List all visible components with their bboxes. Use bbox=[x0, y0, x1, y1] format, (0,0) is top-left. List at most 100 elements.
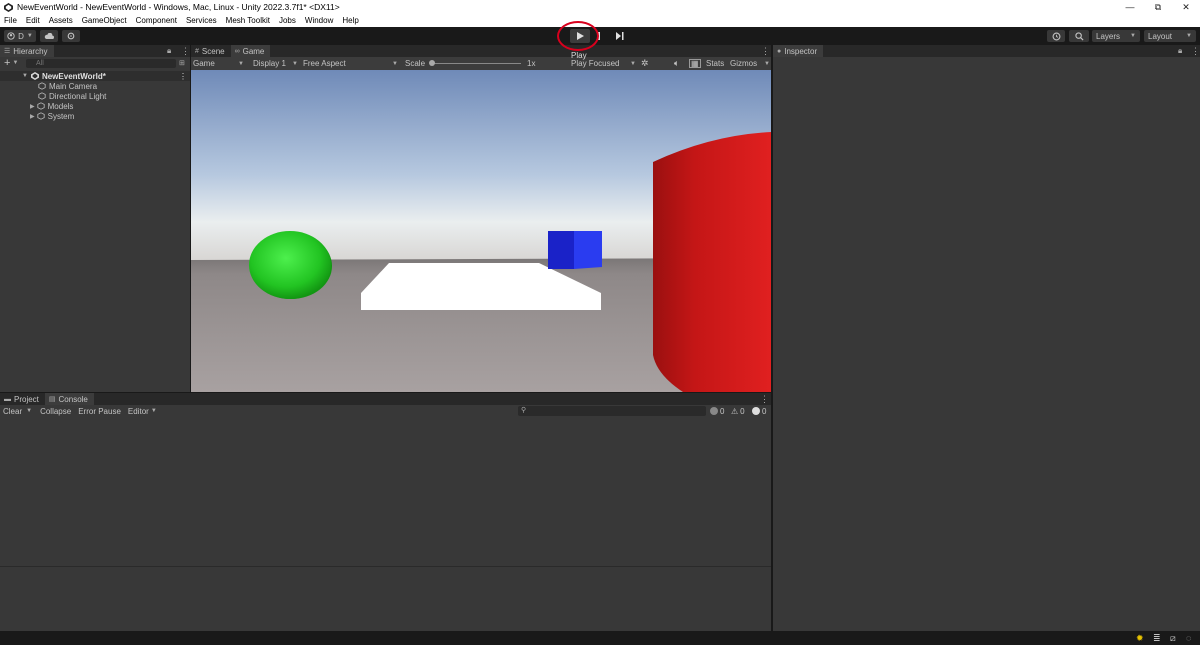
game-view-toolbar: Game ▼ Display 1 ▼ Free Aspect ▼ Scale 1… bbox=[191, 57, 771, 70]
menu-window[interactable]: Window bbox=[305, 16, 333, 25]
frame-debugger-button[interactable]: ✲ bbox=[641, 57, 649, 70]
lighting-icon[interactable]: ✹ bbox=[1136, 633, 1144, 644]
hierarchy-item-directional-light[interactable]: Directional Light bbox=[0, 91, 190, 101]
step-button[interactable] bbox=[610, 29, 630, 43]
editor-dropdown[interactable]: Editor ▼ bbox=[128, 407, 157, 416]
step-icon bbox=[616, 32, 624, 40]
aspect-dropdown[interactable]: Free Aspect ▼ bbox=[303, 57, 399, 70]
scale-slider-thumb[interactable] bbox=[429, 60, 435, 66]
search-button[interactable] bbox=[1069, 30, 1089, 42]
console-search-input[interactable]: ⚲ bbox=[518, 406, 706, 416]
log-count-toggle[interactable]: 0 bbox=[710, 407, 724, 416]
hierarchy-item-system[interactable]: ▶ System bbox=[0, 111, 190, 121]
search-icon bbox=[1074, 31, 1084, 41]
debug-mode-icon[interactable]: ⧄ bbox=[1170, 633, 1176, 644]
tab-game[interactable]: ∞ Game bbox=[230, 45, 271, 57]
collapse-button[interactable]: Collapse bbox=[40, 407, 71, 416]
menu-file[interactable]: File bbox=[4, 16, 17, 25]
lock-icon[interactable]: 🔒︎ bbox=[1178, 46, 1182, 56]
blue-cube-front bbox=[548, 231, 574, 269]
close-button[interactable]: ✕ bbox=[1172, 0, 1200, 14]
more-menu-icon[interactable]: ⋮ bbox=[179, 72, 187, 81]
more-menu-icon[interactable]: ⋮ bbox=[760, 394, 769, 405]
history-button[interactable] bbox=[1047, 30, 1065, 42]
clear-button[interactable]: Clear bbox=[3, 407, 22, 416]
hierarchy-search-input[interactable]: All bbox=[26, 59, 176, 68]
window-title: NewEventWorld - NewEventWorld - Windows,… bbox=[17, 2, 340, 12]
keyboard-shortcuts-button[interactable]: ▦ bbox=[689, 57, 701, 70]
menu-jobs[interactable]: Jobs bbox=[279, 16, 296, 25]
menu-mesh-toolkit[interactable]: Mesh Toolkit bbox=[226, 16, 270, 25]
tab-hierarchy[interactable]: ☰ Hierarchy bbox=[0, 45, 54, 57]
more-menu-icon[interactable]: ⋮ bbox=[181, 46, 190, 57]
title-bar: NewEventWorld - NewEventWorld - Windows,… bbox=[0, 0, 1200, 14]
history-icon bbox=[1052, 32, 1060, 40]
layout-dropdown[interactable]: Layout ▼ bbox=[1144, 30, 1196, 42]
play-tooltip: Play bbox=[571, 51, 587, 60]
hierarchy-item-label: Directional Light bbox=[49, 91, 107, 101]
console-log-area[interactable] bbox=[0, 417, 771, 567]
display-mode-dropdown[interactable]: Game ▼ bbox=[193, 57, 247, 70]
tab-console-label: Console bbox=[58, 394, 88, 404]
cloud-button[interactable] bbox=[40, 30, 58, 42]
add-button[interactable]: + bbox=[4, 57, 10, 69]
error-count-toggle[interactable]: 0 bbox=[752, 407, 766, 416]
chevron-down-icon[interactable]: ▼ bbox=[12, 60, 18, 66]
console-icon: ▤ bbox=[48, 396, 56, 403]
tab-inspector[interactable]: ● Inspector bbox=[773, 45, 824, 57]
search-by-type-icon[interactable]: ⊞ bbox=[179, 59, 185, 67]
more-menu-icon[interactable]: ⋮ bbox=[1191, 46, 1200, 57]
scale-slider[interactable] bbox=[429, 57, 524, 70]
gameobject-cube-icon bbox=[38, 82, 46, 90]
expand-arrow-icon[interactable]: ▼ bbox=[22, 73, 28, 79]
error-pause-button[interactable]: Error Pause bbox=[78, 407, 121, 416]
green-sphere bbox=[249, 231, 331, 299]
log-count: 0 bbox=[720, 406, 725, 416]
warning-count-toggle[interactable]: ⚠ 0 bbox=[731, 407, 745, 416]
tab-project[interactable]: ▬ Project bbox=[0, 393, 45, 405]
chevron-down-icon[interactable]: ▼ bbox=[26, 408, 32, 414]
display-dropdown[interactable]: Display 1 ▼ bbox=[253, 57, 299, 70]
cache-server-icon[interactable]: ≣ bbox=[1153, 633, 1161, 644]
account-dropdown[interactable]: D ▼ bbox=[4, 30, 36, 42]
chevron-down-icon: ▼ bbox=[764, 60, 770, 67]
console-tabstrip: ▬ Project ▤ Console ⋮ bbox=[0, 393, 771, 405]
editor-label: Editor bbox=[127, 406, 149, 416]
gameobject-cube-icon bbox=[38, 92, 46, 100]
panel-divider[interactable] bbox=[771, 45, 773, 631]
layout-label: Layout bbox=[1148, 31, 1173, 41]
menu-component[interactable]: Component bbox=[136, 16, 177, 25]
game-viewport[interactable] bbox=[191, 70, 771, 392]
unity-scene-icon bbox=[30, 72, 39, 80]
notification-icon[interactable]: ◌ bbox=[1186, 633, 1191, 643]
inspector-panel: ● Inspector 🔒︎ ⋮ bbox=[773, 45, 1200, 631]
collab-button[interactable] bbox=[62, 30, 80, 42]
expand-arrow-icon[interactable]: ▶ bbox=[30, 113, 35, 120]
gizmos-dropdown[interactable]: Gizmos ▼ bbox=[730, 57, 770, 70]
hierarchy-item-models[interactable]: ▶ Models bbox=[0, 101, 190, 111]
menu-assets[interactable]: Assets bbox=[49, 16, 73, 25]
layers-dropdown[interactable]: Layers ▼ bbox=[1092, 30, 1140, 42]
more-menu-icon[interactable]: ⋮ bbox=[761, 46, 770, 57]
menu-help[interactable]: Help bbox=[342, 16, 358, 25]
menu-services[interactable]: Services bbox=[186, 16, 217, 25]
maximize-button[interactable]: ⧉ bbox=[1144, 0, 1172, 14]
highlight-circle bbox=[557, 21, 599, 51]
lock-icon[interactable]: 🔒︎ bbox=[167, 46, 171, 56]
stats-button[interactable]: Stats bbox=[706, 57, 724, 70]
game-view-panel: # Scene ∞ Game ⋮ Game ▼ Display 1 ▼ Free… bbox=[191, 45, 771, 392]
minimize-button[interactable]: — bbox=[1116, 0, 1144, 14]
menu-gameobject[interactable]: GameObject bbox=[82, 16, 127, 25]
account-label: D bbox=[18, 31, 24, 41]
chevron-down-icon: ▼ bbox=[630, 60, 636, 67]
display-label: Display 1 bbox=[253, 59, 286, 68]
tab-console[interactable]: ▤ Console bbox=[44, 393, 94, 405]
menu-edit[interactable]: Edit bbox=[26, 16, 40, 25]
warning-count: 0 bbox=[740, 406, 745, 416]
scene-row[interactable]: ▼ NewEventWorld* ⋮ bbox=[0, 71, 190, 81]
hierarchy-item-main-camera[interactable]: Main Camera bbox=[0, 81, 190, 91]
chevron-down-icon: ▼ bbox=[26, 33, 33, 39]
tab-scene[interactable]: # Scene bbox=[191, 45, 231, 57]
mute-audio-button[interactable]: 🔈︎ bbox=[674, 57, 679, 70]
expand-arrow-icon[interactable]: ▶ bbox=[30, 103, 35, 110]
